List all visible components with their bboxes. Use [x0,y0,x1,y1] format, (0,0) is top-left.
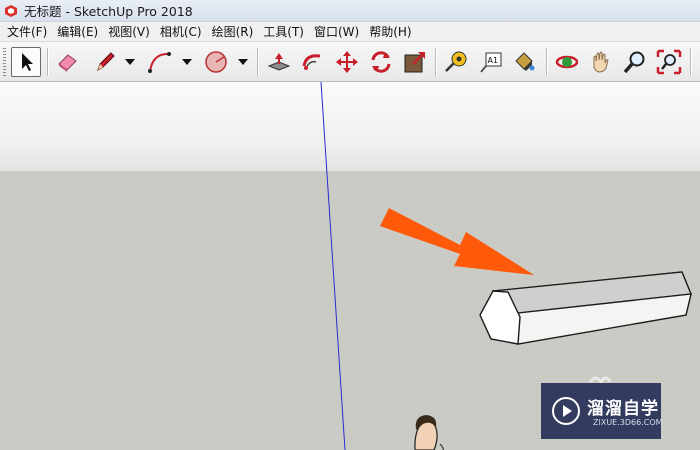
arc-dropdown-arrow[interactable] [181,56,193,68]
faint-background-mark [588,376,612,385]
main-toolbar: A1 [0,42,700,82]
eraser-tool-button[interactable] [52,47,82,77]
paint-bucket-tool-button[interactable] [509,47,539,77]
hexagonal-prism-model[interactable] [479,271,692,345]
toolbar-separator [435,48,437,76]
menu-help[interactable]: 帮助(H) [364,23,416,40]
title-bar: 无标题 - SketchUp Pro 2018 [0,0,700,22]
rotate-tool-button[interactable] [366,47,396,77]
arrow-cursor-icon [22,53,33,71]
watermark-subtitle: ZIXUE.3D66.COM [593,418,663,427]
arc-tool-button[interactable] [145,47,175,77]
text-label-icon: A1 [480,52,502,73]
eraser-icon [58,54,77,72]
zoom-extents-icon [656,49,682,75]
tape-measure-icon [445,51,467,72]
chevron-down-icon [182,59,192,65]
zoom-tool-button[interactable] [620,47,650,77]
paint-bucket-icon [515,52,535,71]
scale-tool-button[interactable] [400,47,430,77]
select-tool-button[interactable] [11,47,41,77]
window-title: 无标题 - SketchUp Pro 2018 [24,4,193,19]
move-tool-button[interactable] [332,47,362,77]
toolbar-separator [690,48,692,76]
polygon-shape-icon [205,51,227,73]
hand-pan-icon [593,51,609,73]
menu-bar: 文件(F) 编辑(E) 视图(V) 相机(C) 绘图(R) 工具(T) 窗口(W… [0,22,700,42]
menu-edit[interactable]: 编辑(E) [52,23,103,40]
zoom-extents-tool-button[interactable] [654,47,684,77]
chevron-down-icon [238,59,248,65]
follow-me-icon [302,54,321,70]
orbit-icon [555,55,579,69]
watermark-title: 溜溜自学 [587,399,659,419]
magnifier-icon [623,51,645,74]
push-pull-tool-button[interactable] [264,47,294,77]
pencil-icon [97,52,115,72]
toolbar-grip[interactable] [3,48,6,76]
blue-axis-line [320,82,346,450]
text-tool-glyph: A1 [488,56,499,65]
sketchup-app-icon [5,4,17,17]
move-arrows-icon [336,51,358,73]
menu-file[interactable]: 文件(F) [0,23,52,40]
play-logo-icon [552,397,580,425]
pencil-dropdown-arrow[interactable] [124,56,136,68]
menu-window[interactable]: 窗口(W) [309,23,364,40]
toolbar-separator [47,48,49,76]
watermark-badge: 溜溜自学 ZIXUE.3D66.COM [541,383,663,439]
menu-camera[interactable]: 相机(C) [155,23,207,40]
orbit-tool-button[interactable] [552,47,582,77]
orange-pointer-arrow [380,208,534,275]
menu-tools[interactable]: 工具(T) [258,23,309,40]
toolbar-separator [546,48,548,76]
scale-icon [404,52,425,73]
arc-icon [148,52,171,73]
follow-me-tool-button[interactable] [298,47,328,77]
text-tool-button[interactable]: A1 [476,47,506,77]
shapes-tool-button[interactable] [201,47,231,77]
shapes-dropdown-arrow[interactable] [237,56,249,68]
toolbar-separator [257,48,259,76]
push-pull-icon [267,53,291,71]
pencil-tool-button[interactable] [90,47,120,77]
pan-tool-button[interactable] [586,47,616,77]
tape-measure-tool-button[interactable] [441,47,471,77]
menu-view[interactable]: 视图(V) [103,23,155,40]
scale-figure-person [414,415,444,450]
rotate-icon [371,51,391,73]
chevron-down-icon [125,59,135,65]
menu-draw[interactable]: 绘图(R) [207,23,259,40]
